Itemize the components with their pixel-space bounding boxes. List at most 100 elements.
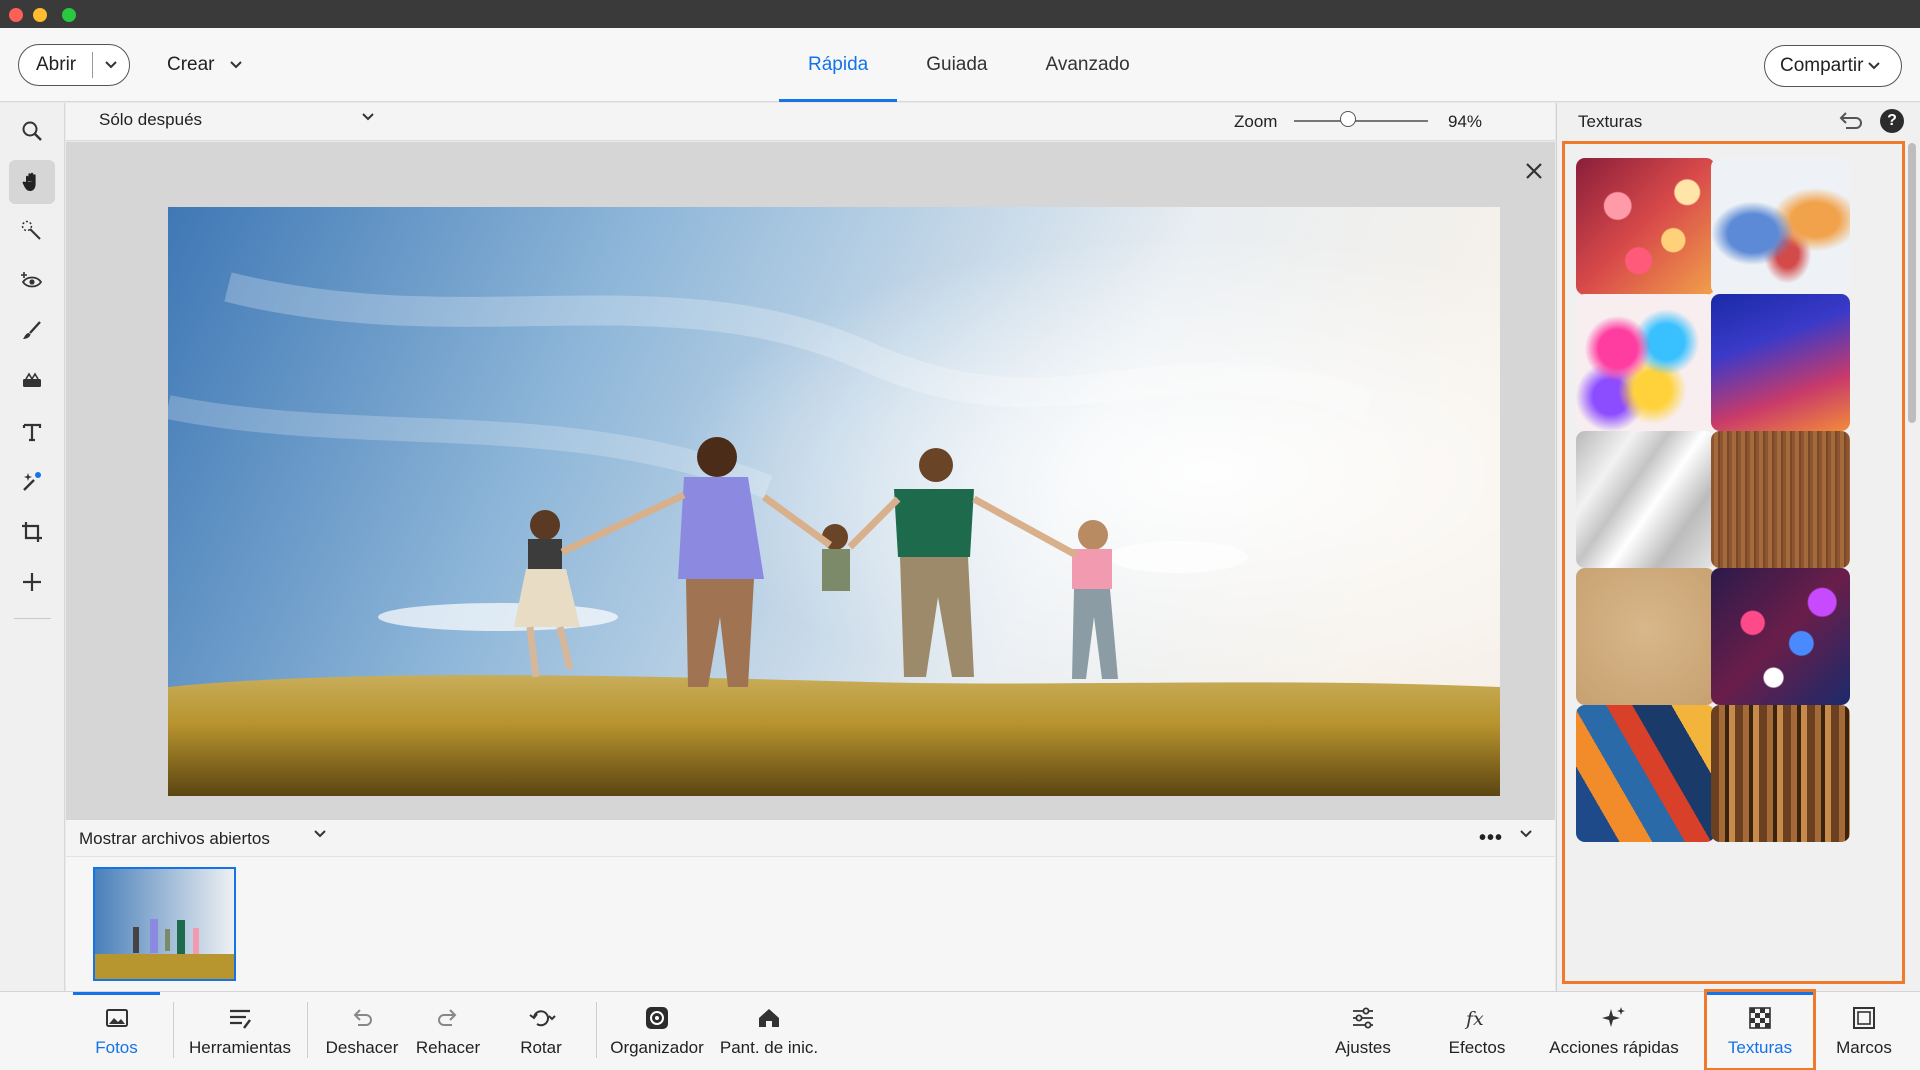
texture-paint-splash[interactable]: [1576, 294, 1715, 431]
undo-icon: [353, 1009, 372, 1026]
panel-title: Texturas: [1578, 112, 1643, 131]
textures-button[interactable]: Texturas: [1704, 989, 1816, 1070]
home-screen-button[interactable]: Pant. de inic.: [716, 992, 822, 1070]
rotate-button[interactable]: Rotar: [500, 992, 582, 1070]
brush-icon: [23, 321, 41, 339]
magnifier-icon: [22, 121, 42, 141]
sliders-icon: [1353, 1007, 1373, 1029]
redo-button[interactable]: Rehacer: [410, 992, 486, 1070]
share-button[interactable]: Compartir: [1764, 45, 1902, 87]
mode-tabs: Rápida Guiada Avanzado: [779, 28, 1159, 102]
view-select[interactable]: Sólo después: [99, 110, 374, 130]
texture-wood-blocks[interactable]: [1711, 705, 1850, 842]
tool-options-icon: [230, 1009, 251, 1029]
home-icon: [759, 1009, 779, 1027]
frame-icon: [1853, 1007, 1875, 1029]
magic-selection-icon: [21, 220, 41, 240]
hand-tool[interactable]: [9, 160, 55, 204]
texture-blue-purple-gradient[interactable]: [1711, 294, 1850, 431]
adjustments-button[interactable]: Ajustes: [1323, 992, 1403, 1070]
zoom-tool[interactable]: [9, 109, 55, 153]
chevron-down-icon: [229, 61, 242, 69]
fx-icon: fx: [1464, 1008, 1484, 1030]
project-bin-header: Mostrar archivos abiertos •••: [66, 819, 1555, 857]
text-tool[interactable]: [9, 410, 55, 454]
redo-icon: [438, 1009, 457, 1026]
undo-button[interactable]: Deshacer: [318, 992, 406, 1070]
bottom-taskbar: Fotos Herramientas Deshacer Rehacer Rota…: [0, 989, 1920, 1070]
herramientas-button[interactable]: Herramientas: [184, 992, 296, 1070]
show-open-files-label: Mostrar archivos abiertos: [79, 829, 270, 848]
chevron-down-icon[interactable]: [93, 60, 129, 70]
smart-brush-tool[interactable]: [9, 460, 55, 504]
open-label: Abrir: [36, 54, 77, 75]
texture-watercolor-smoke[interactable]: [1711, 158, 1850, 295]
top-menu-bar: Abrir Crear Rápida Guiada Avanzado Compa…: [0, 28, 1920, 102]
texture-glitter-bokeh[interactable]: [1711, 568, 1850, 705]
rotate-icon: [529, 1010, 556, 1027]
tab-guiada[interactable]: Guiada: [897, 28, 1016, 102]
minimize-window-button[interactable]: [33, 8, 47, 22]
collapse-chevron-icon[interactable]: [1519, 829, 1533, 839]
spot-healing-tool[interactable]: [9, 359, 55, 403]
quick-selection-tool[interactable]: [9, 209, 55, 253]
svg-text:fx: fx: [1464, 1008, 1484, 1030]
texture-hearts-bokeh[interactable]: [1576, 158, 1715, 295]
texture-wood-grain[interactable]: [1711, 431, 1850, 568]
effects-button[interactable]: fx Efectos: [1439, 992, 1515, 1070]
chevron-down-icon: [362, 113, 374, 121]
texture-checker-icon: [1749, 1007, 1771, 1029]
red-eye-tool[interactable]: [9, 259, 55, 303]
project-bin: [66, 857, 1555, 991]
organizer-icon: [646, 1007, 668, 1029]
texture-kraft-paper[interactable]: [1576, 568, 1715, 705]
eye-icon: [21, 272, 43, 288]
close-icon[interactable]: [1523, 160, 1545, 182]
fotos-button[interactable]: Fotos: [73, 992, 160, 1070]
zoom-label: Zoom: [1234, 112, 1278, 131]
brush-tool[interactable]: [9, 309, 55, 353]
chevron-down-icon[interactable]: [313, 829, 327, 839]
tab-avanzado[interactable]: Avanzado: [1017, 28, 1159, 102]
quick-actions-button[interactable]: Acciones rápidas: [1546, 992, 1682, 1070]
maximize-window-button[interactable]: [62, 8, 76, 22]
close-window-button[interactable]: [9, 8, 23, 22]
type-icon: [22, 423, 42, 442]
textures-panel-header: Texturas ?: [1557, 103, 1920, 141]
texture-light-shadow[interactable]: [1576, 431, 1715, 568]
textures-panel: Texturas ?: [1556, 103, 1920, 991]
plus-move-icon: [23, 573, 41, 591]
help-icon[interactable]: ?: [1880, 109, 1904, 133]
open-button[interactable]: Abrir: [18, 44, 130, 86]
textures-grid: [1562, 141, 1905, 984]
window-titlebar: [0, 0, 1920, 28]
more-icon[interactable]: •••: [1479, 827, 1503, 850]
create-menu[interactable]: Crear: [167, 54, 243, 76]
zoom-slider-thumb[interactable]: [1339, 111, 1356, 127]
open-file-thumbnail[interactable]: [93, 867, 236, 981]
hand-icon: [22, 172, 36, 191]
image-canvas[interactable]: [66, 142, 1555, 819]
share-label: Compartir: [1780, 55, 1864, 76]
zoom-slider[interactable]: [1294, 120, 1428, 122]
panel-scrollbar[interactable]: [1908, 143, 1916, 423]
organizer-button[interactable]: Organizador: [606, 992, 708, 1070]
sparkle-icon: [1602, 1007, 1625, 1027]
crop-icon: [22, 522, 42, 542]
crop-tool[interactable]: [9, 510, 55, 554]
tool-panel: [0, 103, 65, 1070]
create-label: Crear: [167, 54, 215, 75]
eraser-icon: [23, 372, 41, 387]
options-bar: Sólo después Zoom 94%: [66, 103, 1555, 141]
family-photo: [168, 207, 1500, 796]
view-select-label: Sólo después: [99, 110, 203, 129]
chevron-down-icon: [1868, 62, 1881, 70]
smart-brush-icon: [23, 472, 41, 491]
move-tool[interactable]: [9, 560, 55, 604]
zoom-value: 94%: [1448, 112, 1483, 131]
photo-bin-icon: [105, 1009, 128, 1027]
reset-icon[interactable]: [1838, 110, 1864, 132]
texture-geometric-triangles[interactable]: [1576, 705, 1715, 842]
tab-rapida[interactable]: Rápida: [779, 28, 898, 102]
frames-button[interactable]: Marcos: [1829, 992, 1899, 1070]
